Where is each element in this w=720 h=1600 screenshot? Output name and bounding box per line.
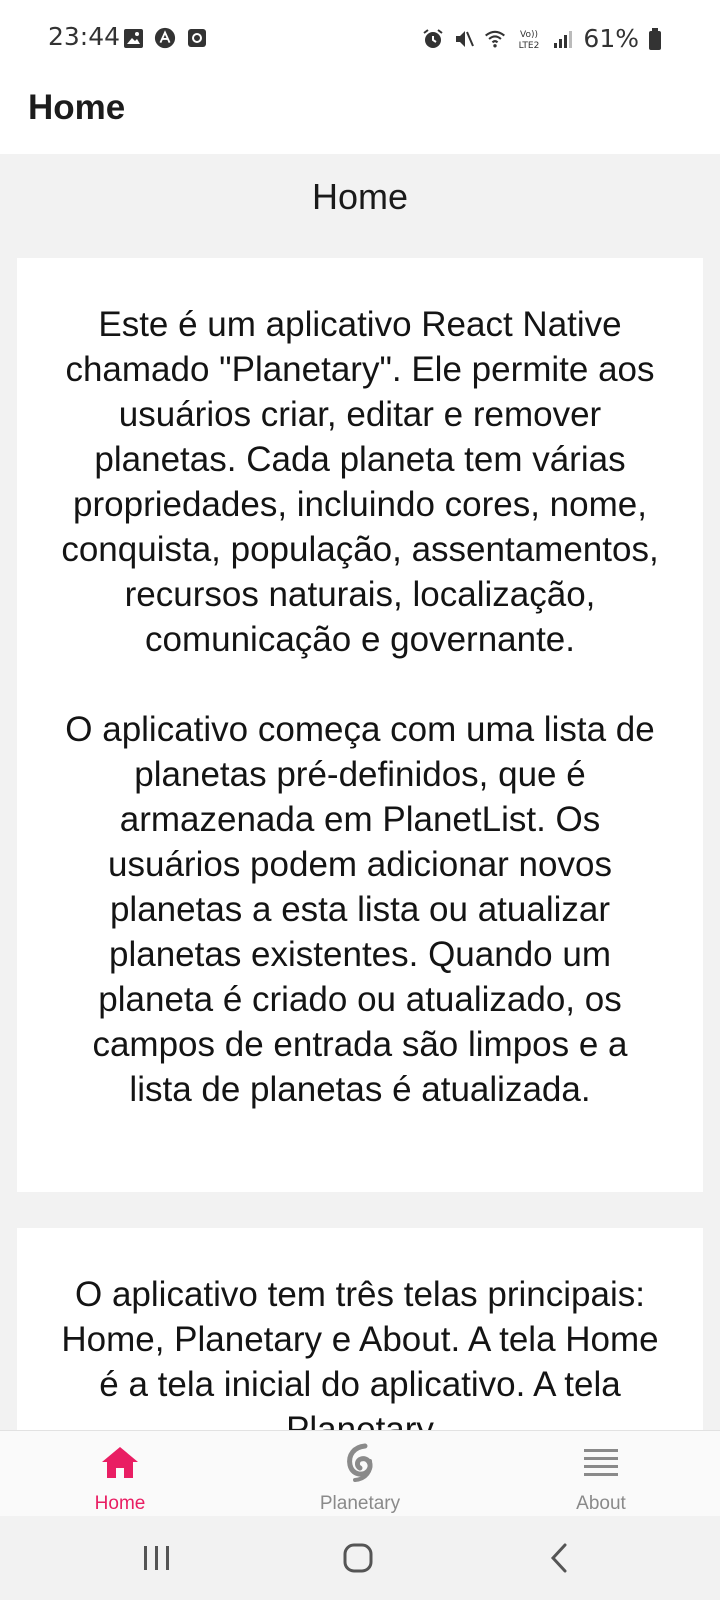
description-paragraph: Este é um aplicativo React Native chamad… [61, 305, 659, 659]
alarm-icon [422, 28, 444, 50]
content-card: Este é um aplicativo React Native chamad… [17, 258, 703, 1192]
status-bar: 23:44 Vo)) LTE2 61% [0, 0, 720, 72]
status-time: 23:44 [48, 22, 121, 51]
signal-icon [552, 28, 574, 50]
bottom-tab-bar: Home Planetary About [0, 1430, 720, 1516]
content-card: O aplicativo tem três telas principais: … [17, 1228, 703, 1460]
wifi-icon [484, 28, 506, 50]
page-title: Home [311, 176, 409, 217]
back-icon[interactable] [540, 1538, 580, 1578]
home-circle-icon[interactable] [338, 1538, 378, 1578]
tab-label: Home [94, 1493, 146, 1514]
battery-percent: 61% [583, 24, 639, 53]
mute-icon [453, 28, 475, 50]
tab-about[interactable]: About [511, 1431, 691, 1517]
tab-label: About [576, 1493, 626, 1514]
image-icon [122, 27, 144, 49]
menu-lines-icon [581, 1443, 621, 1483]
status-system-icons: Vo)) LTE2 61% [422, 24, 662, 53]
tab-home[interactable]: Home [30, 1431, 210, 1517]
system-nav-bar [0, 1516, 720, 1600]
app-header: Home [0, 72, 720, 154]
tab-planetary[interactable]: Planetary [270, 1431, 450, 1517]
home-icon [100, 1443, 140, 1483]
battery-icon [648, 27, 662, 50]
app-icon [154, 27, 176, 49]
svg-text:LTE2: LTE2 [519, 41, 540, 50]
status-notification-icons [122, 27, 208, 49]
recents-icon[interactable] [137, 1538, 177, 1578]
header-title: Home [28, 88, 126, 127]
volte-lte2-icon: Vo)) LTE2 [515, 28, 543, 50]
description-paragraph: O aplicativo começa com uma lista de pla… [65, 710, 655, 1109]
planet-swirl-icon [340, 1443, 380, 1483]
description-paragraph: O aplicativo tem três telas principais: … [61, 1275, 659, 1449]
tab-label: Planetary [319, 1493, 401, 1514]
svg-text:Vo)): Vo)) [520, 30, 538, 40]
record-icon [186, 27, 208, 49]
